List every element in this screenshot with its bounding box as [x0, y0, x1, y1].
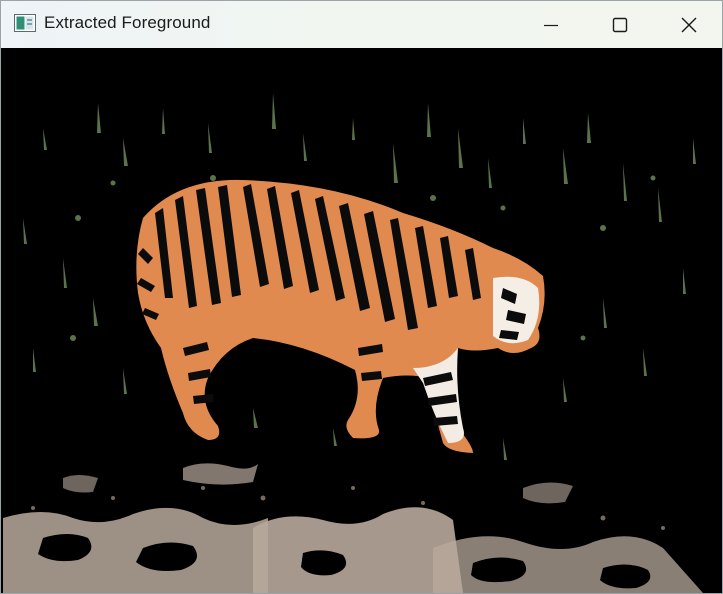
app-icon: [14, 14, 36, 32]
minimize-icon: [543, 17, 559, 33]
close-button[interactable]: [654, 1, 722, 48]
maximize-icon: [612, 17, 628, 33]
tiger-foreground-illustration: [3, 48, 722, 593]
close-icon: [681, 17, 697, 33]
maximize-button[interactable]: [585, 1, 654, 48]
title-bar[interactable]: Extracted Foreground: [1, 1, 722, 48]
window-title: Extracted Foreground: [44, 13, 211, 32]
app-window: Extracted Foreground: [0, 0, 723, 594]
foreground-image: [3, 48, 722, 593]
minimize-button[interactable]: [516, 1, 585, 48]
